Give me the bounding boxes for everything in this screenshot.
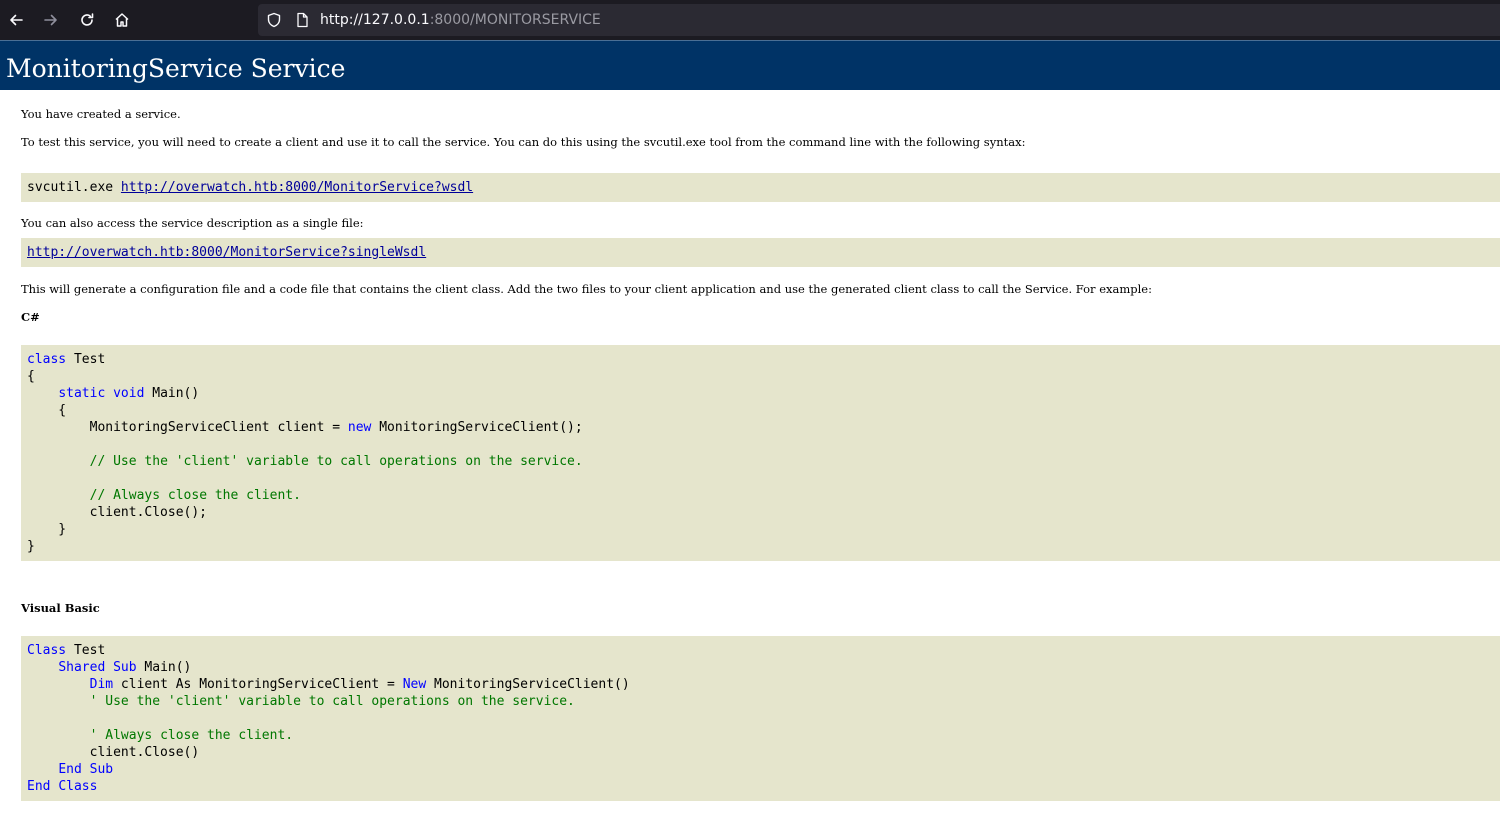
code-keyword: Sub xyxy=(89,762,114,777)
heading-bar: MonitoringService Service xyxy=(0,40,1500,90)
vb-code-line: Dim client As MonitoringServiceClient = … xyxy=(27,676,1494,693)
csharp-code-line: // Use the 'client' variable to call ope… xyxy=(27,453,1494,470)
code-keyword: void xyxy=(113,386,145,401)
vb-code-box: Class Test Shared Sub Main() Dim client … xyxy=(21,636,1500,801)
csharp-code-line: // Always close the client. xyxy=(27,487,1494,504)
code-text: client As MonitoringServiceClient = xyxy=(113,677,403,692)
home-button[interactable] xyxy=(106,4,138,36)
vb-code-line: ' Use the 'client' variable to call oper… xyxy=(27,693,1494,710)
single-file-text: You can also access the service descript… xyxy=(21,216,364,230)
csharp-code-line: } xyxy=(27,538,1494,555)
reload-button[interactable] xyxy=(71,4,103,36)
code-keyword: Shared xyxy=(58,660,106,675)
code-keyword: Sub xyxy=(113,660,137,675)
vb-code-line: client.Close() xyxy=(27,744,1494,761)
vb-code-line: ​ xyxy=(27,710,1494,727)
csharp-code-line: ​ xyxy=(27,470,1494,487)
csharp-code-line: { xyxy=(27,368,1494,385)
csharp-code-line: class Test xyxy=(27,351,1494,368)
code-comment: ' Use the 'client' variable to call oper… xyxy=(89,694,575,709)
code-keyword: New xyxy=(402,677,427,692)
code-keyword: class xyxy=(27,352,67,367)
vb-code: Class Test Shared Sub Main() Dim client … xyxy=(27,642,1494,795)
csharp-code-line: ​ xyxy=(27,436,1494,453)
single-wsdl-line: http://overwatch.htb:8000/MonitorService… xyxy=(27,244,1494,261)
code-keyword: Class xyxy=(27,643,67,658)
vb-code-line: ' Always close the client. xyxy=(27,727,1494,744)
code-text: Test xyxy=(66,352,106,367)
shield-icon[interactable] xyxy=(266,12,282,28)
page-title: MonitoringService Service xyxy=(6,54,346,83)
single-wsdl-link[interactable]: http://overwatch.htb:8000/MonitorService… xyxy=(27,245,426,260)
csharp-code-line: static void Main() xyxy=(27,385,1494,402)
csharp-code-line: { xyxy=(27,402,1494,419)
test-instructions-text: To test this service, you will need to c… xyxy=(21,135,1026,149)
code-keyword: Class xyxy=(58,779,98,794)
code-text: MonitoringServiceClient client = xyxy=(27,420,348,435)
vb-code-line: Class Test xyxy=(27,642,1494,659)
code-comment: ' Always close the client. xyxy=(89,728,294,743)
code-comment: // Always close the client. xyxy=(89,488,301,503)
back-button[interactable] xyxy=(0,4,32,36)
code-text: client.Close(); xyxy=(27,505,208,520)
back-arrow-icon xyxy=(10,14,23,26)
csharp-code-box: class Test{ static void Main() { Monitor… xyxy=(21,345,1500,561)
code-text: { xyxy=(27,403,67,418)
code-keyword: End xyxy=(27,779,51,794)
svcutil-command: svcutil.exe xyxy=(27,180,121,195)
code-keyword: Dim xyxy=(89,677,114,692)
code-comment: // Use the 'client' variable to call ope… xyxy=(89,454,583,469)
csharp-code-line: client.Close(); xyxy=(27,504,1494,521)
url-text[interactable]: http://127.0.0.1:8000/MONITORSERVICE xyxy=(320,11,601,29)
wsdl-link[interactable]: http://overwatch.htb:8000/MonitorService… xyxy=(121,180,473,195)
address-bar[interactable]: http://127.0.0.1:8000/MONITORSERVICE xyxy=(258,4,1500,36)
code-text: } xyxy=(27,539,35,554)
csharp-code: class Test{ static void Main() { Monitor… xyxy=(27,351,1494,555)
code-text: { xyxy=(27,369,35,384)
forward-arrow-icon xyxy=(44,14,57,26)
code-keyword: new xyxy=(347,420,372,435)
csharp-code-line: MonitoringServiceClient client = new Mon… xyxy=(27,419,1494,436)
code-text: client.Close() xyxy=(27,745,200,760)
svcutil-command-line: svcutil.exe http://overwatch.htb:8000/Mo… xyxy=(27,179,1494,196)
url-path: :8000/MONITORSERVICE xyxy=(429,12,601,28)
svcutil-command-box: svcutil.exe http://overwatch.htb:8000/Mo… xyxy=(21,173,1500,202)
vb-code-line: Shared Sub Main() xyxy=(27,659,1494,676)
code-text: MonitoringServiceClient() xyxy=(426,677,630,692)
csharp-heading: C# xyxy=(21,310,40,324)
code-text: MonitoringServiceClient(); xyxy=(371,420,583,435)
forward-button[interactable] xyxy=(35,4,67,36)
code-text: Main() xyxy=(144,386,200,401)
vb-heading: Visual Basic xyxy=(21,601,100,615)
url-host: http://127.0.0.1 xyxy=(320,12,430,28)
code-keyword: End xyxy=(58,762,82,777)
browser-toolbar: http://127.0.0.1:8000/MONITORSERVICE xyxy=(0,0,1500,40)
generate-text: This will generate a configuration file … xyxy=(21,282,1152,296)
single-wsdl-box: http://overwatch.htb:8000/MonitorService… xyxy=(21,238,1500,267)
code-text: Main() xyxy=(136,660,192,675)
home-icon xyxy=(115,13,129,27)
created-text: You have created a service. xyxy=(21,107,181,121)
vb-code-line: End Class xyxy=(27,778,1494,795)
vb-code-line: End Sub xyxy=(27,761,1494,778)
code-keyword: static xyxy=(58,386,106,401)
page-icon[interactable] xyxy=(294,12,310,28)
code-text: Test xyxy=(66,643,106,658)
code-text: } xyxy=(27,522,67,537)
csharp-code-line: } xyxy=(27,521,1494,538)
reload-icon xyxy=(81,13,94,26)
